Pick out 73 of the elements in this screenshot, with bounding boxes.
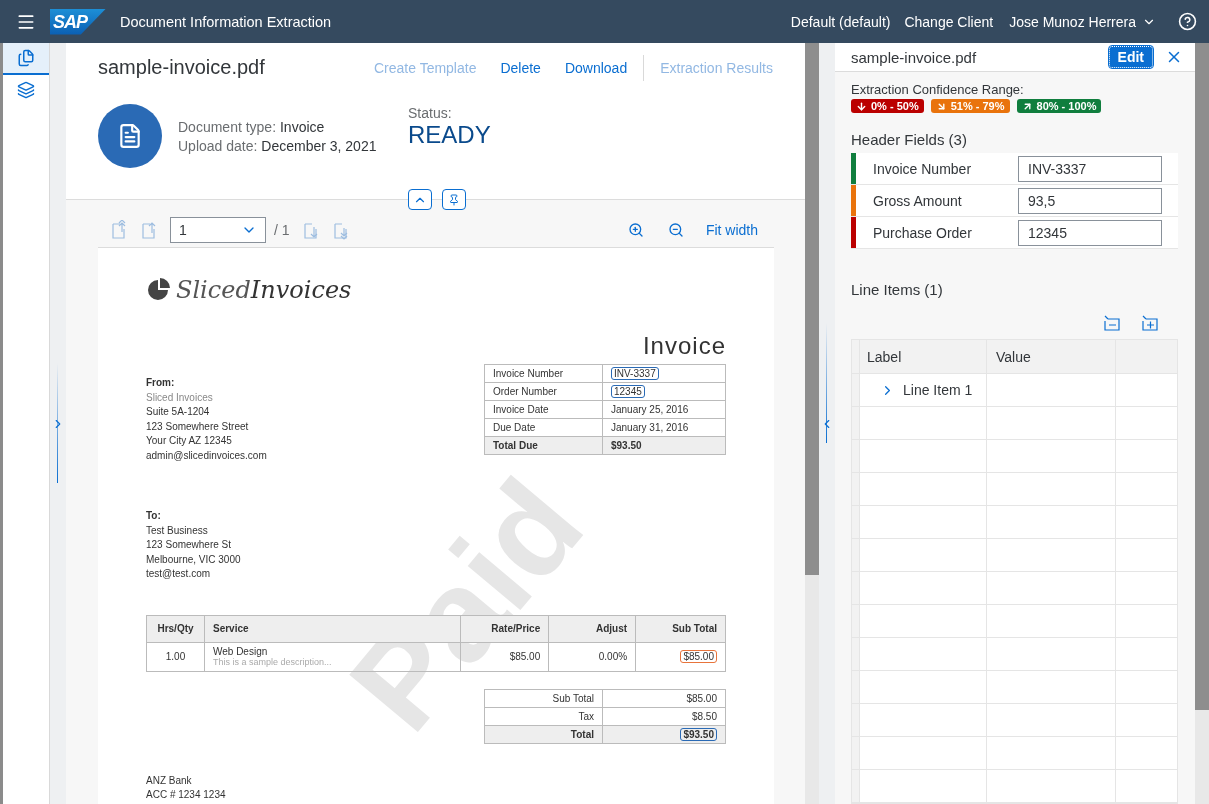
table-cell: Invoice Number [484, 364, 603, 383]
field-input[interactable]: INV-3337 [1018, 155, 1162, 182]
help-icon[interactable] [1178, 12, 1197, 31]
address-line: 123 Somewhere St [146, 538, 233, 552]
user-menu[interactable]: Jose Munoz Herrera [1009, 13, 1156, 30]
page-count: / 1 [274, 221, 290, 238]
expand-all-icon[interactable] [1142, 315, 1158, 331]
status-label: Status: [408, 105, 453, 121]
table-cell: January 25, 2016 [602, 400, 726, 419]
collapse-header-button[interactable] [408, 189, 432, 210]
address-line: Your City AZ 12345 [146, 434, 233, 448]
field-input[interactable]: 12345 [1018, 219, 1162, 246]
column-header: Hrs/Qty [146, 615, 205, 642]
field-label: Invoice Number [873, 160, 973, 177]
zoom-in-icon[interactable] [627, 221, 644, 238]
app-title: Document Information Extraction [120, 13, 333, 30]
from-label: From: [146, 376, 176, 390]
scrollbar[interactable] [1195, 43, 1209, 804]
table-cell: January 31, 2016 [602, 418, 726, 437]
address-line: Sliced Invoices [146, 390, 214, 405]
client-name: Default (default) [790, 13, 891, 30]
status-value: READY [408, 121, 491, 149]
table-cell: $85.00 [602, 689, 726, 707]
edit-button[interactable]: Edit [1108, 46, 1153, 68]
action-link[interactable]: Download [564, 59, 628, 76]
address-line: Melbourne, VIC 3000 [146, 552, 242, 567]
table-cell: Due Date [484, 418, 603, 437]
table-cell: 1.00 [146, 642, 205, 671]
nav-item[interactable] [3, 43, 49, 75]
change-client-link[interactable]: Change Client [904, 13, 994, 30]
layers-icon[interactable] [17, 81, 35, 99]
action-link[interactable]: Delete [500, 59, 541, 76]
address-line: Suite 5A-1204 [146, 405, 211, 419]
table-cell: Invoice Date [484, 400, 603, 419]
table-cell: $85.00 [635, 642, 726, 671]
document-type: Document type: Invoice [178, 118, 326, 135]
pin-header-button[interactable] [442, 189, 466, 210]
column-header: Value [987, 340, 1116, 374]
table-cell: 12345 [602, 382, 726, 401]
panel-title: sample-invoice.pdf [851, 48, 978, 66]
table-cell: INV-3337 [602, 364, 726, 383]
document-title: sample-invoice.pdf [98, 56, 266, 79]
zoom-out-icon[interactable] [667, 221, 684, 238]
invoice-heading: Invoice [641, 332, 726, 360]
fit-width-link[interactable]: Fit width [705, 221, 758, 238]
field-input[interactable]: 93,5 [1018, 187, 1162, 214]
field-label: Purchase Order [873, 224, 973, 241]
logo: SAP [50, 8, 106, 35]
upload-date: Upload date: December 3, 2021 [178, 137, 378, 154]
bank-line: ACC # 1234 1234 [146, 788, 227, 802]
address-line: admin@slicedinvoices.com [146, 448, 267, 463]
field-label: Gross Amount [873, 192, 963, 209]
pin-icon[interactable] [448, 193, 460, 206]
address-line: 123 Somewhere Street [146, 419, 250, 434]
confidence-badge: 51% - 79% [930, 99, 1010, 113]
brand-logo: SlicedInvoices [146, 276, 726, 304]
column-header: Label [860, 340, 987, 374]
first-page-icon[interactable] [110, 219, 128, 240]
section-title: Line Items (1) [851, 281, 944, 298]
scrollbar[interactable] [805, 43, 819, 804]
bank-line: ANZ Bank [146, 773, 193, 788]
section-title: Header Fields (3) [851, 131, 968, 148]
confidence-label: Extraction Confidence Range: [851, 82, 1025, 97]
page-select[interactable]: 1 [170, 216, 266, 243]
table-cell: Order Number [484, 382, 603, 401]
tree-row[interactable]: Line Item 1 [860, 374, 987, 407]
confidence-badge: 0% - 50% [851, 99, 924, 113]
confidence-badge: 80% - 100% [1016, 99, 1102, 113]
collapse-all-icon[interactable] [1104, 315, 1120, 331]
table-cell: $8.50 [602, 707, 726, 725]
files-icon[interactable] [17, 49, 35, 67]
column-header: Sub Total [635, 615, 726, 642]
to-label: To: [146, 509, 162, 523]
